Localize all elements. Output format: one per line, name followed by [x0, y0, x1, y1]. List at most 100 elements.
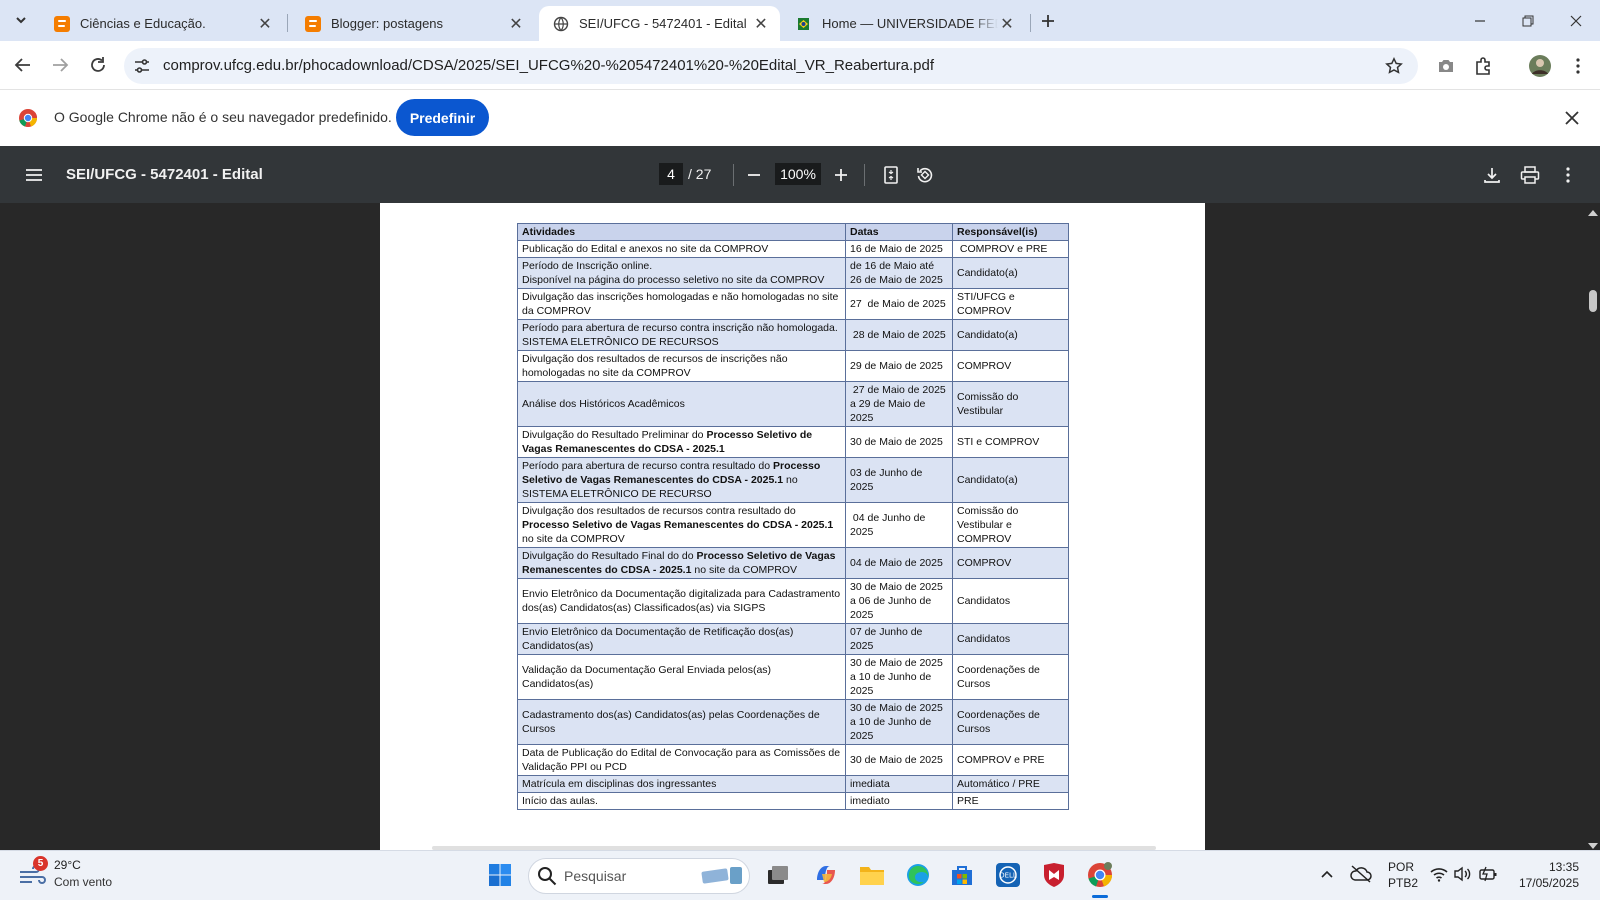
minimize-button[interactable] — [1460, 8, 1500, 34]
tab-blogger[interactable]: Blogger: postagens ✕ — [291, 6, 535, 41]
puzzle-icon — [1476, 57, 1490, 75]
input-language[interactable]: POR — [1388, 860, 1414, 874]
weather-temperature[interactable]: 29°C — [54, 858, 81, 872]
forward-button[interactable] — [44, 49, 76, 81]
pdf-menu-button[interactable] — [22, 163, 46, 187]
screenshot-button[interactable] — [1430, 50, 1462, 82]
fit-page-button[interactable] — [879, 163, 903, 187]
microsoft-store-icon[interactable] — [948, 861, 976, 889]
tab-ufcg-home[interactable]: Home — UNIVERSIDADE FEDERAL ✕ — [782, 6, 1026, 41]
print-button[interactable] — [1518, 163, 1542, 187]
table-row: Matrícula em disciplinas dos ingressante… — [517, 775, 1069, 793]
fit-to-page-icon — [884, 166, 898, 184]
chevron-up-icon[interactable] — [1320, 867, 1334, 886]
tab-sei-edital[interactable]: SEI/UFCG - 5472401 - Edital ✕ — [539, 6, 780, 41]
kebab-menu-icon — [1576, 58, 1580, 74]
wifi-icon[interactable] — [1430, 866, 1448, 887]
new-tab-button[interactable] — [1032, 5, 1064, 37]
responsible-cell: Coordenações de Cursos — [952, 699, 1069, 745]
blogger-icon — [305, 15, 321, 32]
search-highlight-icon — [700, 864, 746, 886]
start-button[interactable] — [486, 861, 514, 889]
cloud-offline-icon[interactable] — [1350, 864, 1372, 889]
download-button[interactable] — [1480, 163, 1504, 187]
back-button[interactable] — [7, 49, 39, 81]
chrome-taskbar-icon[interactable] — [1086, 861, 1114, 889]
page-total: / 27 — [688, 166, 712, 182]
tab-title: SEI/UFCG - 5472401 - Edital — [579, 16, 747, 31]
date-cell: 30 de Maio de 2025 a 06 de Junho de 2025 — [845, 578, 953, 624]
pdf-more-button[interactable] — [1556, 163, 1580, 187]
responsible-cell: Candidato(a) — [952, 319, 1069, 351]
table-row: Publicação do Edital e anexos no site da… — [517, 240, 1069, 258]
activity-cell: Divulgação das inscrições homologadas e … — [517, 288, 846, 320]
activity-text: Divulgação das inscrições homologadas e … — [522, 291, 839, 317]
activity-cell: Matrícula em disciplinas dos ingressante… — [517, 775, 846, 793]
responsible-cell: COMPROV — [952, 547, 1069, 579]
active-app-indicator — [1092, 895, 1108, 898]
task-view-icon[interactable] — [764, 861, 792, 889]
avatar-icon — [1529, 55, 1551, 77]
arrow-left-icon — [14, 58, 30, 72]
table-row: Divulgação dos resultados de recursos co… — [517, 502, 1069, 548]
infobar-close-button[interactable] — [1556, 102, 1588, 134]
mcafee-icon[interactable] — [1040, 861, 1068, 889]
tab-title: Blogger: postagens — [331, 16, 444, 31]
extensions-button[interactable] — [1468, 50, 1500, 82]
responsible-cell: STI e COMPROV — [952, 426, 1069, 458]
battery-charging-icon[interactable] — [1478, 866, 1498, 887]
url-text[interactable]: comprov.ufcg.edu.br/phocadownload/CDSA/2… — [163, 57, 934, 74]
file-explorer-icon[interactable] — [858, 861, 886, 889]
table-row: Divulgação do Resultado Preliminar do Pr… — [517, 426, 1069, 458]
activity-cell: Envio Eletrônico da Documentação digital… — [517, 578, 846, 624]
copilot-icon[interactable] — [812, 861, 840, 889]
tab-search-button[interactable] — [6, 4, 36, 36]
bookmark-star-button[interactable] — [1378, 50, 1410, 82]
date-cell: 04 de Maio de 2025 — [845, 547, 953, 579]
site-info-button[interactable] — [126, 50, 158, 82]
rotate-button[interactable] — [913, 163, 937, 187]
activity-text: Data de Publicação do Edital de Convocaç… — [522, 747, 841, 773]
activity-text: no site da COMPROV — [522, 533, 625, 545]
set-default-button[interactable]: Predefinir — [396, 99, 489, 136]
activity-text: Período para abertura de recurso contra … — [522, 460, 773, 472]
tab-ciencias[interactable]: Ciências e Educação. ✕ — [40, 6, 284, 41]
responsible-cell: Comissão do Vestibular — [952, 381, 1069, 427]
scroll-up-arrow-icon[interactable] — [1587, 205, 1599, 223]
profile-avatar[interactable] — [1524, 50, 1556, 82]
reload-icon — [91, 57, 105, 72]
dell-icon[interactable]: DELL — [994, 861, 1022, 889]
edge-icon[interactable] — [904, 861, 932, 889]
close-icon[interactable]: ✕ — [256, 15, 274, 33]
rotate-icon — [917, 167, 933, 183]
date-cell: imediata — [845, 775, 953, 793]
schedule-table: Atividades Datas Responsável(is) Publica… — [517, 223, 1069, 810]
scrollbar-thumb[interactable] — [1589, 290, 1597, 312]
responsible-cell: Coordenações de Cursos — [952, 654, 1069, 700]
table-row: Divulgação dos resultados de recursos de… — [517, 350, 1069, 382]
hamburger-menu-icon — [26, 169, 42, 181]
date-cell: 27 de Maio de 2025 — [845, 288, 953, 320]
volume-icon[interactable] — [1454, 866, 1472, 887]
reload-button[interactable] — [82, 49, 114, 81]
close-icon[interactable]: ✕ — [998, 15, 1016, 33]
zoom-out-button[interactable] — [742, 163, 766, 187]
activity-text: Análise dos Históricos Acadêmicos — [522, 398, 685, 410]
restore-button[interactable] — [1508, 8, 1548, 34]
weather-condition[interactable]: Com vento — [54, 875, 112, 889]
clock-date[interactable]: 17/05/2025 — [1515, 876, 1579, 890]
activity-text: no site da COMPROV — [691, 564, 798, 576]
keyboard-layout[interactable]: PTB2 — [1388, 876, 1418, 890]
clock-time[interactable]: 13:35 — [1521, 860, 1579, 874]
table-row: Período para abertura de recurso contra … — [517, 457, 1069, 503]
close-icon[interactable]: ✕ — [507, 15, 525, 33]
process-name-bold: Processo Seletivo de Vagas Remanescentes… — [522, 519, 834, 531]
close-window-button[interactable] — [1556, 8, 1596, 34]
close-icon[interactable]: ✕ — [752, 15, 770, 33]
zoom-level-input[interactable]: 100% — [775, 163, 821, 185]
responsible-cell: PRE — [952, 792, 1069, 810]
date-cell: 07 de Junho de 2025 — [845, 623, 953, 655]
page-number-input[interactable]: 4 — [659, 163, 683, 185]
chrome-menu-button[interactable] — [1562, 50, 1594, 82]
zoom-in-button[interactable] — [829, 163, 853, 187]
